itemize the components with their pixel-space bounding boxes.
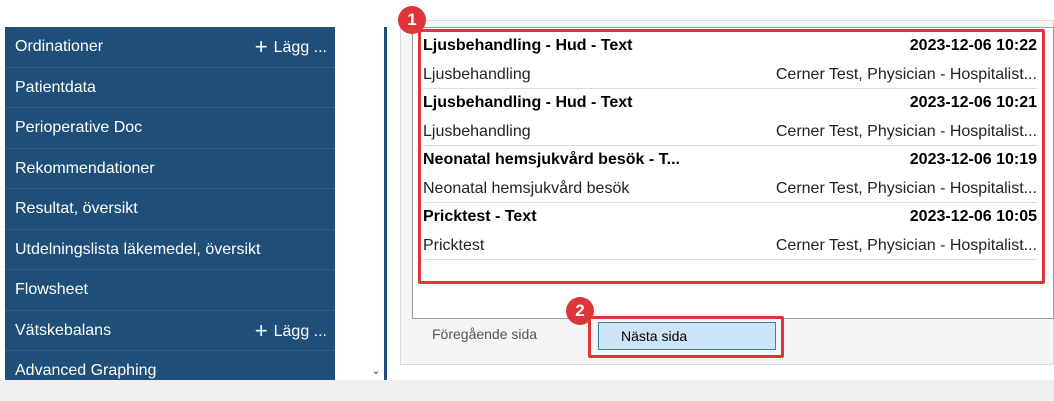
sidebar-item-label: Resultat, översikt (15, 200, 138, 217)
sidebar-item-vatskebalans[interactable]: Vätskebalans + Lägg ... (5, 311, 335, 353)
sidebar-item-patientdata[interactable]: Patientdata (5, 68, 335, 108)
sidebar-item-rekommendationer[interactable]: Rekommendationer (5, 149, 335, 189)
chevron-down-icon[interactable]: ⌄ (368, 362, 384, 380)
sidebar-nav: Ordinationer + Lägg ... Patientdata Perio… (5, 27, 335, 380)
sidebar-item-label: Vätskebalans (15, 321, 112, 339)
pane-divider[interactable] (384, 27, 387, 380)
callout-highlight-documents (418, 29, 1045, 284)
sidebar-item-advanced-graphing[interactable]: Advanced Graphing (5, 351, 335, 380)
sidebar-scrollbar[interactable]: ⌄ (368, 27, 384, 380)
callout-badge-2: 2 (566, 297, 594, 325)
sidebar-item-label: Patientdata (15, 78, 96, 96)
sidebar-item-label: Perioperative Doc (15, 119, 143, 136)
add-ordination-button[interactable]: + Lägg ... (255, 27, 327, 69)
sidebar-item-label: Ordinationer (15, 38, 104, 55)
plus-icon: + (254, 317, 268, 343)
plus-icon: + (254, 34, 268, 59)
status-bar (0, 380, 1054, 401)
sidebar-item-utdelningslista[interactable]: Utdelningslista läkemedel, översikt (5, 230, 335, 270)
previous-page-label: Föregående sida (432, 326, 538, 342)
callout-highlight-next (588, 316, 784, 358)
sidebar-item-ordinationer[interactable]: Ordinationer + Lägg ... (5, 27, 335, 68)
sidebar-item-flowsheet[interactable]: Flowsheet (5, 270, 335, 311)
add-vatskebalans-button[interactable]: + Lägg ... (255, 311, 327, 353)
sidebar-item-label: Rekommendationer (15, 159, 155, 177)
sidebar-item-label: Advanced Graphing (15, 362, 157, 379)
callout-badge-1: 1 (398, 6, 426, 34)
sidebar-item-resultat-oversikt[interactable]: Resultat, översikt (5, 189, 335, 230)
sidebar-item-label: Utdelningslista läkemedel, översikt (15, 240, 261, 258)
sidebar-item-perioperative-doc[interactable]: Perioperative Doc (5, 108, 335, 149)
sidebar-item-label: Flowsheet (15, 281, 88, 298)
